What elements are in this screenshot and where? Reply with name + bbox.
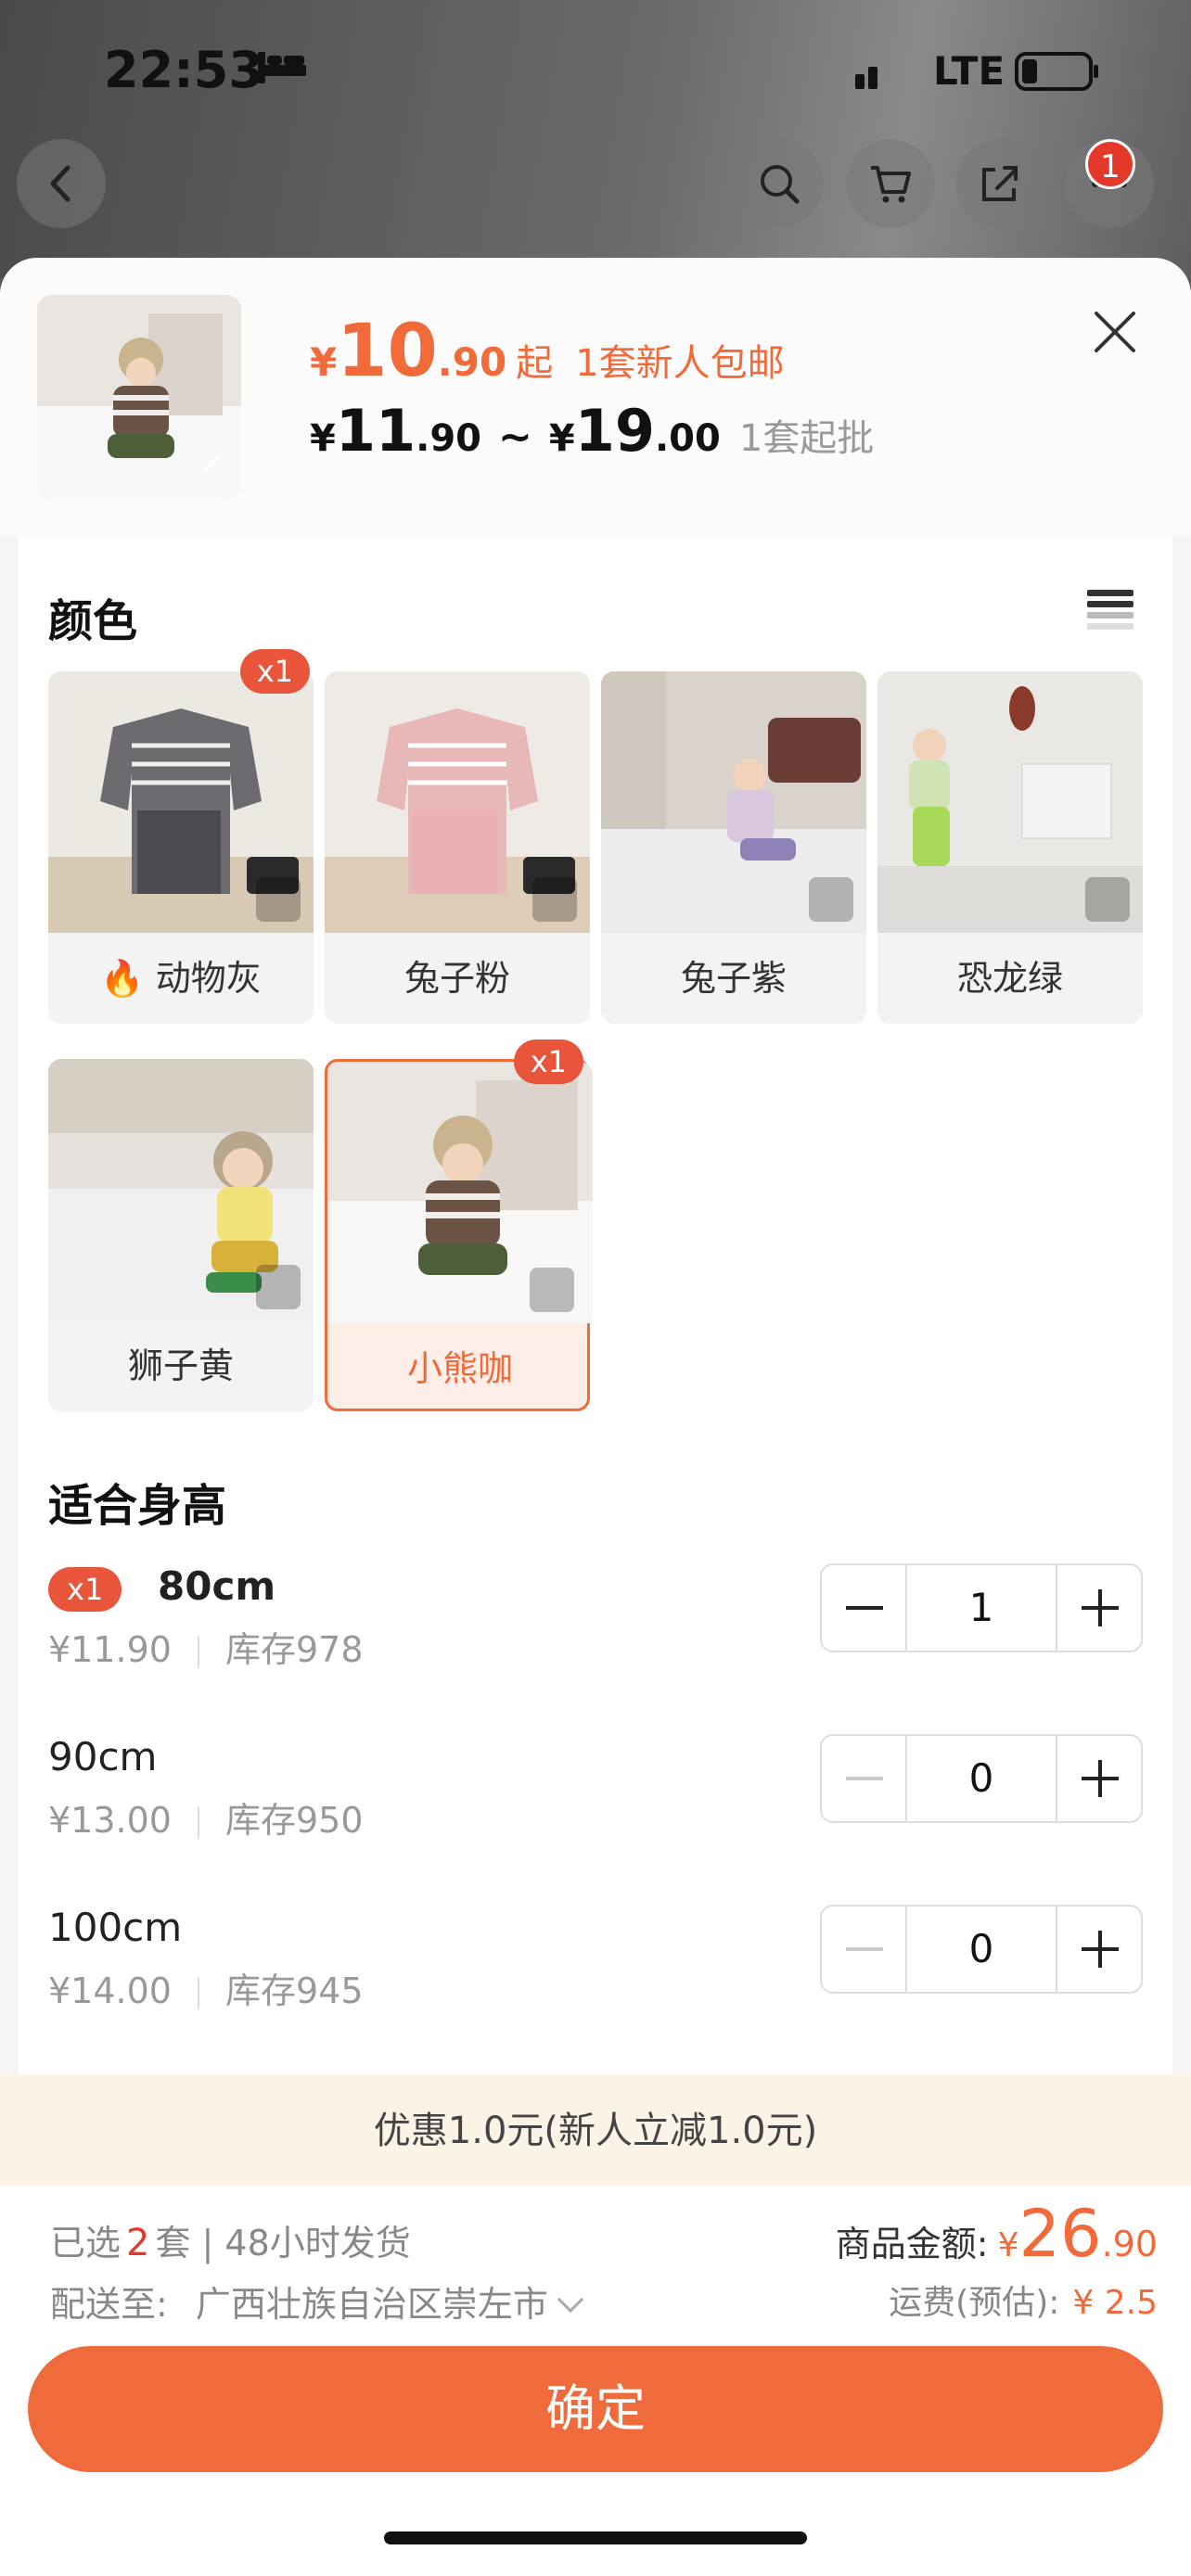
selected-sku-thumbnail[interactable] xyxy=(37,295,241,499)
share-icon xyxy=(982,166,1018,201)
sku-selector-sheet: ¥10.90 起 1套新人包邮 ¥11.90 ~ ¥19.00 1套起批 颜色 🔥 动物灰… xyxy=(0,258,1191,2576)
network-label: LTE xyxy=(933,48,1005,94)
quantity-badge: x1 xyxy=(513,1039,583,1084)
hot-icon: 🔥 xyxy=(100,958,145,999)
battery-icon xyxy=(1015,52,1098,91)
expand-icon[interactable] xyxy=(256,877,301,922)
increase-button[interactable] xyxy=(1056,1906,1141,1992)
size-row-100: 100cm ¥14.00 库存945 0 xyxy=(48,1905,1143,2034)
quantity-value[interactable]: 0 xyxy=(907,1736,1056,1821)
color-option-green[interactable]: 恐龙绿 xyxy=(877,671,1143,1024)
cart-icon xyxy=(871,166,911,203)
selected-summary: 已选 2 套 | 48小时发货 xyxy=(50,2222,411,2264)
shipping-destination[interactable]: 配送至: 广西壮族自治区崇左市 xyxy=(50,2276,583,2327)
color-label: 小熊咖 xyxy=(406,1348,513,1389)
sleep-mode-icon xyxy=(258,52,306,83)
price-range: ¥11.90 ~ ¥19.00 1套起批 xyxy=(310,397,875,465)
min-order: 1套起批 xyxy=(738,417,875,460)
increase-button[interactable] xyxy=(1056,1736,1141,1821)
size-name: 80cm xyxy=(158,1563,276,1609)
quantity-stepper: 0 xyxy=(820,1734,1143,1823)
discount-banner: 优惠1.0元(新人立减1.0元) xyxy=(0,2075,1191,2187)
size-row-90: 90cm ¥13.00 库存950 0 xyxy=(48,1734,1143,1864)
home-indicator xyxy=(384,2531,807,2544)
size-section-title: 适合身高 xyxy=(48,1480,227,1532)
new-user-promo: 1套新人包邮 xyxy=(575,342,785,385)
color-option-purple[interactable]: 兔子紫 xyxy=(601,671,866,1024)
quantity-stepper: 0 xyxy=(820,1905,1143,1994)
color-label: 恐龙绿 xyxy=(956,958,1063,999)
search-button[interactable] xyxy=(735,139,824,228)
share-button[interactable] xyxy=(955,139,1044,228)
size-meta: ¥14.00 库存945 xyxy=(48,1970,364,2011)
color-label: 动物灰 xyxy=(155,958,262,999)
decrease-button[interactable] xyxy=(822,1906,907,1992)
freight-estimate: 运费(预估): ¥ 2.5 xyxy=(889,2284,1158,2322)
quantity-badge: x1 xyxy=(239,649,310,694)
cart-button[interactable] xyxy=(846,139,935,228)
color-option-pink[interactable]: 兔子粉 xyxy=(325,671,590,1024)
color-option-yellow[interactable]: 狮子黄 xyxy=(48,1059,314,1411)
color-label: 兔子粉 xyxy=(403,958,510,999)
quantity-stepper: 1 xyxy=(820,1563,1143,1652)
shipping-address: 广西壮族自治区崇左市 xyxy=(195,2284,548,2325)
size-meta: ¥11.90 库存978 xyxy=(48,1629,364,1670)
expand-icon[interactable] xyxy=(532,877,577,922)
color-label: 狮子黄 xyxy=(127,1345,234,1386)
search-icon xyxy=(761,165,800,204)
status-bar: 22:53 LTE xyxy=(0,0,1191,139)
signal-icon xyxy=(855,67,877,89)
sheet-header: ¥10.90 起 1套新人包邮 ¥11.90 ~ ¥19.00 1套起批 xyxy=(0,258,1191,536)
expand-icon[interactable] xyxy=(809,877,853,922)
expand-icon[interactable] xyxy=(530,1268,574,1312)
status-time: 22:53 xyxy=(104,41,263,99)
expand-icon[interactable] xyxy=(256,1265,301,1309)
size-quantity-badge: x1 xyxy=(48,1567,122,1612)
expand-icon[interactable] xyxy=(1085,877,1130,922)
color-section-title: 颜色 xyxy=(48,595,138,647)
size-name: 90cm xyxy=(48,1734,158,1779)
close-icon[interactable] xyxy=(1087,304,1143,360)
chevron-down-icon xyxy=(557,2286,583,2314)
cart-count-badge: 1 xyxy=(1085,139,1135,189)
confirm-button[interactable]: 确定 xyxy=(28,2346,1163,2472)
increase-button[interactable] xyxy=(1056,1565,1141,1651)
quantity-value[interactable]: 0 xyxy=(907,1906,1056,1992)
decrease-button[interactable] xyxy=(822,1565,907,1651)
color-option-gray[interactable]: 🔥 动物灰 x1 xyxy=(48,649,314,1024)
quantity-value[interactable]: 1 xyxy=(907,1565,1056,1651)
size-row-80: x1 80cm ¥11.90 库存978 1 xyxy=(48,1563,1143,1693)
decrease-button[interactable] xyxy=(822,1736,907,1821)
selected-count: 2 xyxy=(126,2222,150,2264)
color-label: 兔子紫 xyxy=(680,958,787,999)
size-meta: ¥13.00 库存950 xyxy=(48,1800,364,1841)
color-option-brown[interactable]: 小熊咖 x1 xyxy=(325,1039,593,1411)
size-name: 100cm xyxy=(48,1905,183,1950)
back-button[interactable] xyxy=(17,139,106,228)
goods-amount: 商品金额: ¥26.90 xyxy=(835,2196,1158,2272)
chevron-left-icon xyxy=(50,165,70,202)
list-view-icon[interactable] xyxy=(1085,584,1135,634)
price-main: ¥10.90 起 1套新人包邮 xyxy=(310,310,785,393)
